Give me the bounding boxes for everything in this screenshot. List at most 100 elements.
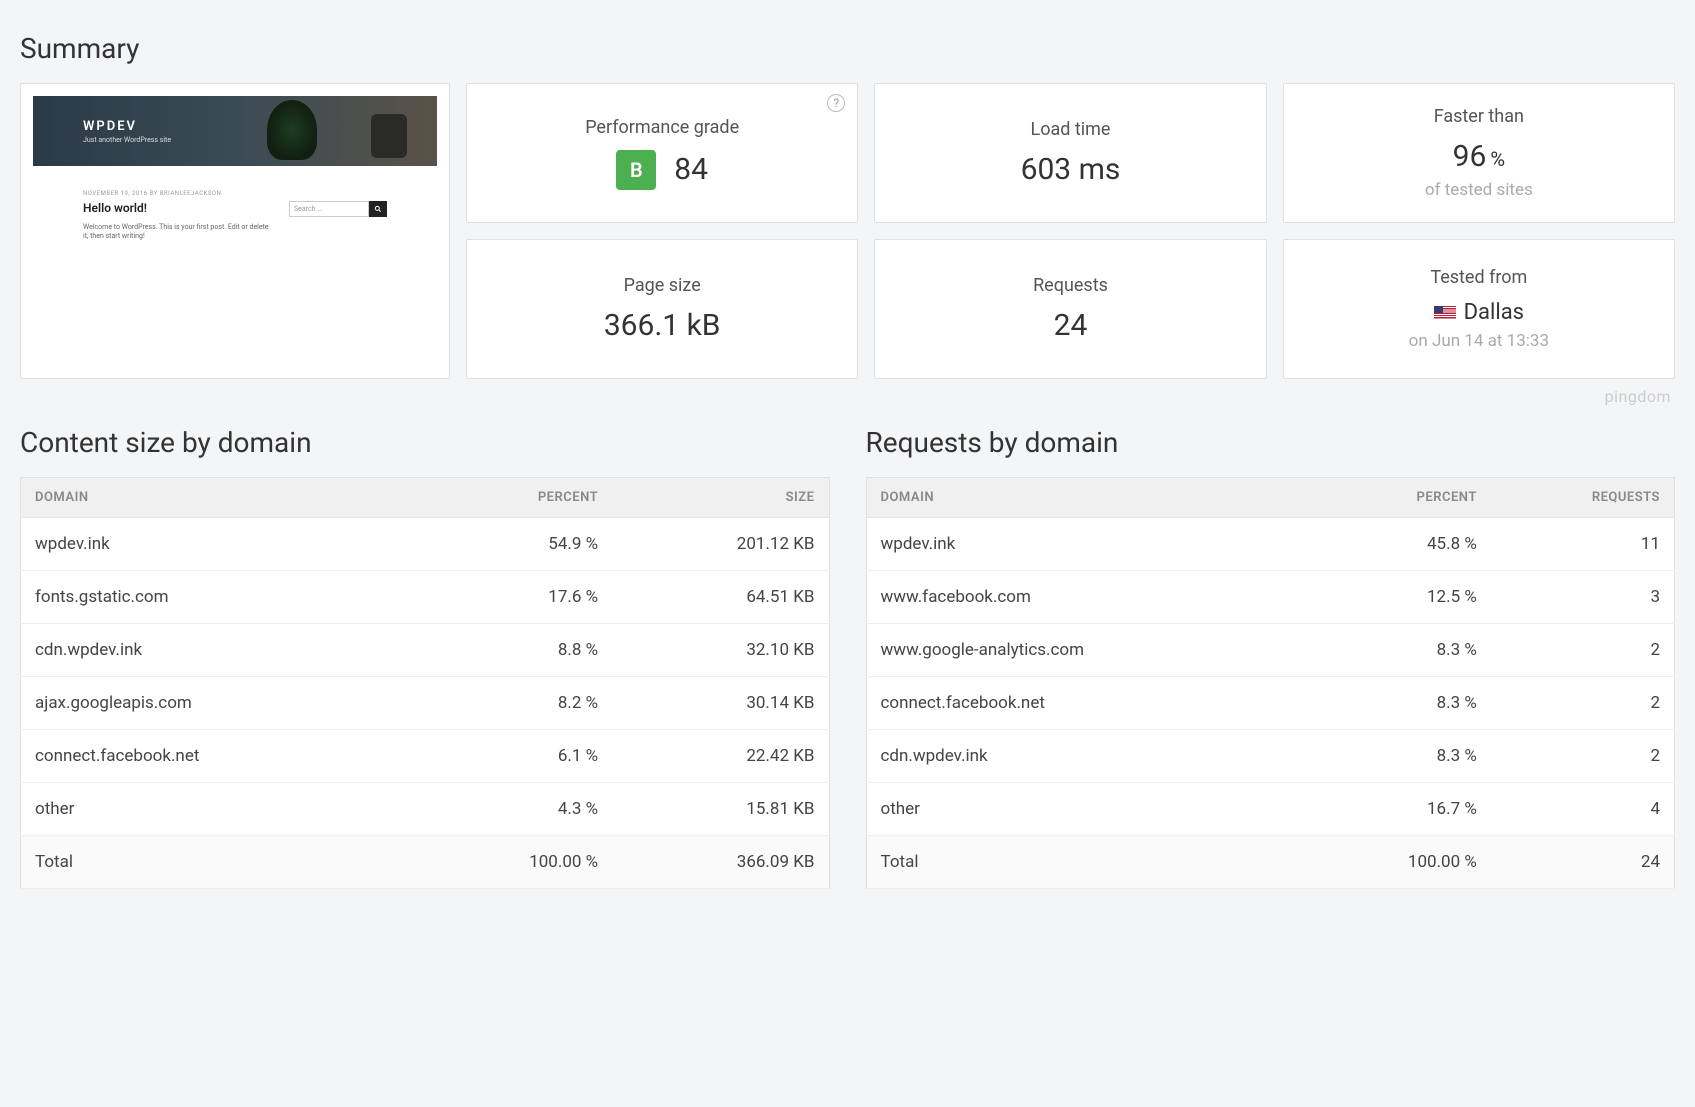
cell-domain: www.facebook.com	[866, 571, 1307, 624]
cell-domain: ajax.googleapis.com	[21, 677, 415, 730]
col-size[interactable]: SIZE	[612, 478, 829, 518]
preview-search: Search ...	[289, 201, 387, 217]
cell-domain: wpdev.ink	[866, 518, 1307, 571]
cell-percent: 8.8 %	[414, 624, 612, 677]
preview-post-excerpt: Welcome to WordPress. This is your first…	[83, 223, 273, 241]
table-row: fonts.gstatic.com17.6 %64.51 KB	[21, 571, 830, 624]
requests-card: Requests 24	[874, 239, 1266, 379]
load-time-label: Load time	[1031, 119, 1111, 140]
preview-plant-graphic	[267, 100, 317, 160]
cell-size: 32.10 KB	[612, 624, 829, 677]
preview-post-title: Hello world!	[83, 201, 273, 215]
cell-percent: 8.3 %	[1307, 677, 1491, 730]
cell-size: 22.42 KB	[612, 730, 829, 783]
tested-from-location: Dallas	[1464, 300, 1524, 325]
summary-heading: Summary	[20, 32, 1675, 65]
faster-than-value: 96	[1453, 139, 1487, 174]
cell-percent: 8.3 %	[1307, 730, 1491, 783]
performance-score: 84	[674, 152, 708, 187]
col-percent[interactable]: PERCENT	[414, 478, 612, 518]
cell-domain: wpdev.ink	[21, 518, 415, 571]
cell-requests: 2	[1491, 624, 1675, 677]
table-row: ajax.googleapis.com8.2 %30.14 KB	[21, 677, 830, 730]
cell-percent: 16.7 %	[1307, 783, 1491, 836]
cell-requests: 11	[1491, 518, 1675, 571]
table-row: wpdev.ink54.9 %201.12 KB	[21, 518, 830, 571]
table-total-row: Total100.00 %24	[866, 836, 1675, 889]
col-requests[interactable]: REQUESTS	[1491, 478, 1675, 518]
table-row: cdn.wpdev.ink8.3 %2	[866, 730, 1675, 783]
preview-site-tagline: Just another WordPress site	[83, 136, 437, 144]
cell-total-label: Total	[21, 836, 415, 889]
performance-grade-card: ? Performance grade B 84	[466, 83, 858, 223]
cell-total-percent: 100.00 %	[1307, 836, 1491, 889]
cell-domain: www.google-analytics.com	[866, 624, 1307, 677]
grade-badge: B	[616, 150, 656, 190]
preview-thumbnail: WPDEV Just another WordPress site NOVEMB…	[33, 96, 437, 249]
cell-total-size: 366.09 KB	[612, 836, 829, 889]
pingdom-brand: pingdom	[20, 387, 1671, 406]
us-flag-icon	[1434, 306, 1456, 320]
content-size-section: Content size by domain DOMAIN PERCENT SI…	[20, 414, 830, 889]
cell-domain: cdn.wpdev.ink	[866, 730, 1307, 783]
col-percent[interactable]: PERCENT	[1307, 478, 1491, 518]
cell-percent: 6.1 %	[414, 730, 612, 783]
cell-percent: 8.3 %	[1307, 624, 1491, 677]
search-icon	[369, 201, 387, 217]
content-size-heading: Content size by domain	[20, 426, 830, 459]
cell-size: 64.51 KB	[612, 571, 829, 624]
cell-domain: cdn.wpdev.ink	[21, 624, 415, 677]
cell-percent: 54.9 %	[414, 518, 612, 571]
page-size-value: 366.1 kB	[604, 308, 721, 343]
summary-grid: WPDEV Just another WordPress site NOVEMB…	[20, 83, 1675, 379]
cell-requests: 3	[1491, 571, 1675, 624]
table-row: www.google-analytics.com8.3 %2	[866, 624, 1675, 677]
col-domain[interactable]: DOMAIN	[866, 478, 1307, 518]
cell-domain: other	[866, 783, 1307, 836]
cell-total-percent: 100.00 %	[414, 836, 612, 889]
table-row: connect.facebook.net6.1 %22.42 KB	[21, 730, 830, 783]
faster-than-unit: %	[1490, 147, 1505, 171]
load-time-card: Load time 603 ms	[874, 83, 1266, 223]
requests-by-domain-heading: Requests by domain	[866, 426, 1676, 459]
cell-domain: connect.facebook.net	[866, 677, 1307, 730]
cell-domain: fonts.gstatic.com	[21, 571, 415, 624]
table-row: other4.3 %15.81 KB	[21, 783, 830, 836]
table-total-row: Total100.00 %366.09 KB	[21, 836, 830, 889]
preview-post-meta: NOVEMBER 19, 2016 BY BRIANLEEJACKSON	[83, 190, 387, 197]
tested-from-label: Tested from	[1430, 267, 1527, 288]
cell-percent: 4.3 %	[414, 783, 612, 836]
page-size-card: Page size 366.1 kB	[466, 239, 858, 379]
help-icon[interactable]: ?	[827, 94, 845, 112]
preview-search-input: Search ...	[289, 201, 369, 217]
cell-requests: 4	[1491, 783, 1675, 836]
table-row: cdn.wpdev.ink8.8 %32.10 KB	[21, 624, 830, 677]
page-size-label: Page size	[624, 275, 701, 296]
table-row: other16.7 %4	[866, 783, 1675, 836]
cell-percent: 17.6 %	[414, 571, 612, 624]
table-row: wpdev.ink45.8 %11	[866, 518, 1675, 571]
col-domain[interactable]: DOMAIN	[21, 478, 415, 518]
faster-than-sub: of tested sites	[1425, 180, 1533, 200]
cell-domain: other	[21, 783, 415, 836]
cell-requests: 2	[1491, 677, 1675, 730]
faster-than-label: Faster than	[1434, 106, 1524, 127]
table-row: connect.facebook.net8.3 %2	[866, 677, 1675, 730]
preview-thumbnail-card[interactable]: WPDEV Just another WordPress site NOVEMB…	[20, 83, 450, 379]
requests-by-domain-section: Requests by domain DOMAIN PERCENT REQUES…	[866, 414, 1676, 889]
cell-percent: 12.5 %	[1307, 571, 1491, 624]
cell-total-label: Total	[866, 836, 1307, 889]
content-size-table: DOMAIN PERCENT SIZE wpdev.ink54.9 %201.1…	[20, 477, 830, 889]
preview-banner: WPDEV Just another WordPress site	[33, 96, 437, 166]
requests-by-domain-table: DOMAIN PERCENT REQUESTS wpdev.ink45.8 %1…	[866, 477, 1676, 889]
cell-size: 15.81 KB	[612, 783, 829, 836]
table-row: www.facebook.com12.5 %3	[866, 571, 1675, 624]
cell-percent: 45.8 %	[1307, 518, 1491, 571]
performance-grade-label: Performance grade	[585, 117, 739, 138]
requests-label: Requests	[1033, 275, 1108, 296]
cell-requests: 2	[1491, 730, 1675, 783]
cell-size: 201.12 KB	[612, 518, 829, 571]
faster-than-card: Faster than 96% of tested sites	[1283, 83, 1675, 223]
requests-value: 24	[1054, 308, 1088, 343]
cell-domain: connect.facebook.net	[21, 730, 415, 783]
